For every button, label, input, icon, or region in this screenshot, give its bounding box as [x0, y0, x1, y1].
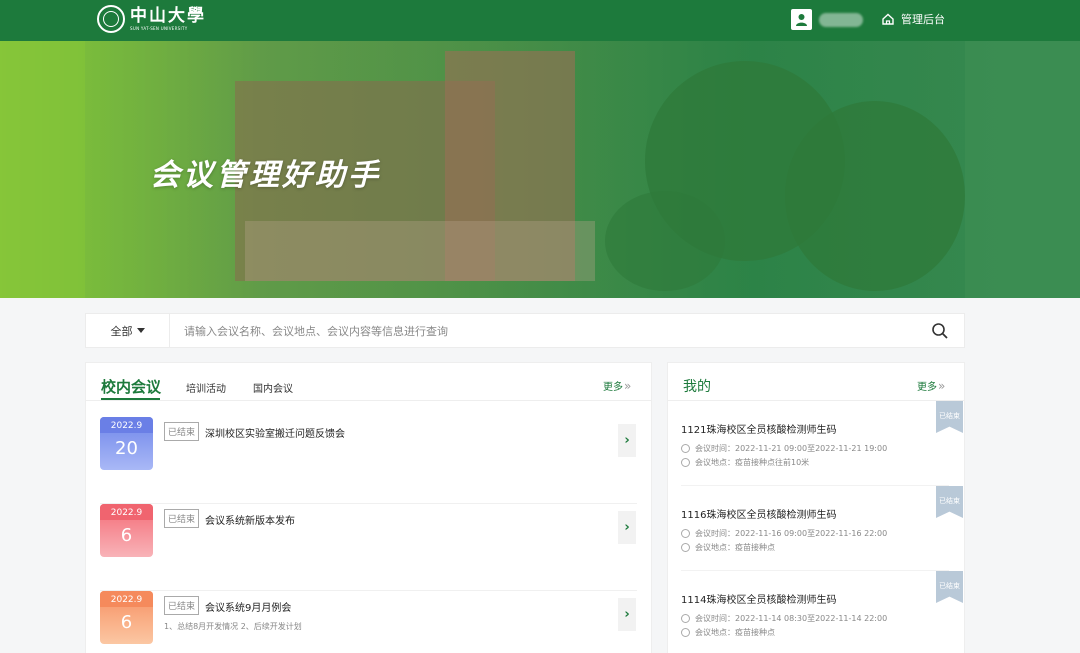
status-badge: 已结束: [164, 596, 200, 615]
home-icon: [882, 13, 894, 25]
chevron-right-icon[interactable]: ›: [618, 511, 636, 544]
meeting-place: 疫苗接种点往前10米: [735, 458, 810, 467]
my-header: 我的 更多»: [668, 363, 964, 401]
date-badge: 2022.9 6: [100, 591, 153, 644]
date-badge: 2022.9 6: [100, 504, 153, 557]
meeting-title[interactable]: 会议系统新版本发布: [205, 512, 295, 527]
my-title: 我的: [683, 379, 711, 395]
my-meeting-item[interactable]: 已结束 1114珠海校区全员核酸检测师生码 会议时间： 2022-11-14 08…: [681, 571, 963, 653]
status-badge: 已结束: [164, 509, 200, 528]
meeting-description: 1、总结8月开发情况 2、后续开发计划: [164, 622, 302, 631]
my-meeting-item[interactable]: 已结束 1116珠海校区全员核酸检测师生码 会议时间： 2022-11-16 09…: [681, 486, 963, 571]
hero-banner: 会议管理好助手: [0, 41, 1080, 298]
my-meetings-panel: 我的 更多» 已结束 1121珠海校区全员核酸检测师生码 会议时间： 2022-1…: [667, 362, 965, 653]
meeting-item[interactable]: 2022.9 20 已结束 深圳校区实验室搬迁问题反馈会 ›: [100, 417, 637, 504]
category-filter-dropdown[interactable]: 全部: [86, 314, 170, 347]
clock-icon: [681, 444, 690, 453]
date-badge: 2022.9 20: [100, 417, 153, 470]
search-bar: 全部: [85, 313, 965, 348]
meeting-time: 2022-11-16 09:00至2022-11-16 22:00: [735, 529, 888, 538]
clock-icon: [681, 529, 690, 538]
my-meeting-title[interactable]: 1116珠海校区全员核酸检测师生码: [681, 506, 836, 521]
user-avatar-icon: [791, 9, 812, 30]
ended-ribbon: 已结束: [936, 401, 963, 433]
search-input[interactable]: [184, 320, 904, 342]
top-bar: 中山大學 SUN YAT-SEN UNIVERSITY 管理后台: [0, 0, 1080, 41]
meeting-item[interactable]: 2022.9 6 已结束 会议系统9月月例会 1、总结8月开发情况 2、后续开发…: [100, 591, 637, 653]
double-chevron-right-icon: »: [624, 378, 632, 393]
campus-meetings-panel: 校内会议 培训活动 国内会议 更多» 2022.9 20 已结束 深圳校区实验室…: [85, 362, 652, 653]
meeting-item[interactable]: 2022.9 6 已结束 会议系统新版本发布 ›: [100, 504, 637, 591]
filter-label: 全部: [110, 324, 133, 338]
more-link[interactable]: 更多»: [917, 378, 946, 394]
meeting-place: 疫苗接种点: [735, 628, 775, 637]
user-menu[interactable]: [791, 9, 863, 30]
meeting-tabs: 校内会议 培训活动 国内会议 更多»: [86, 363, 651, 401]
search-icon[interactable]: [931, 322, 949, 340]
status-badge: 已结束: [164, 422, 200, 441]
tab-campus-meetings[interactable]: 校内会议: [101, 376, 161, 397]
university-logo[interactable]: 中山大學 SUN YAT-SEN UNIVERSITY: [97, 5, 206, 33]
location-icon: [681, 628, 690, 637]
my-meeting-title[interactable]: 1114珠海校区全员核酸检测师生码: [681, 591, 836, 606]
meeting-time: 2022-11-21 09:00至2022-11-21 19:00: [735, 444, 888, 453]
my-meeting-item[interactable]: 已结束 1121珠海校区全员核酸检测师生码 会议时间： 2022-11-21 09…: [681, 401, 963, 486]
tab-training[interactable]: 培训活动: [186, 380, 226, 395]
admin-link[interactable]: 管理后台: [882, 11, 945, 27]
meeting-time: 2022-11-14 08:30至2022-11-14 22:00: [735, 614, 888, 623]
more-link[interactable]: 更多»: [603, 378, 632, 394]
meeting-place: 疫苗接种点: [735, 543, 775, 552]
my-meeting-title[interactable]: 1121珠海校区全员核酸检测师生码: [681, 421, 836, 436]
meeting-title[interactable]: 会议系统9月月例会: [205, 599, 291, 614]
chevron-right-icon[interactable]: ›: [618, 424, 636, 457]
location-icon: [681, 458, 690, 467]
clock-icon: [681, 614, 690, 623]
ended-ribbon: 已结束: [936, 571, 963, 603]
active-tab-indicator: [101, 398, 160, 400]
admin-label: 管理后台: [901, 13, 945, 26]
location-icon: [681, 543, 690, 552]
chevron-right-icon[interactable]: ›: [618, 598, 636, 631]
banner-title: 会议管理好助手: [150, 158, 381, 193]
double-chevron-right-icon: »: [938, 378, 946, 393]
user-name-redacted: [819, 12, 863, 27]
seal-icon: [97, 5, 125, 33]
logo-english: SUN YAT-SEN UNIVERSITY: [130, 25, 188, 31]
meeting-title[interactable]: 深圳校区实验室搬迁问题反馈会: [205, 425, 345, 440]
tab-domestic-meetings[interactable]: 国内会议: [253, 380, 293, 395]
ended-ribbon: 已结束: [936, 486, 963, 518]
caret-down-icon: [136, 328, 145, 333]
logo-name: 中山大學: [130, 5, 206, 26]
